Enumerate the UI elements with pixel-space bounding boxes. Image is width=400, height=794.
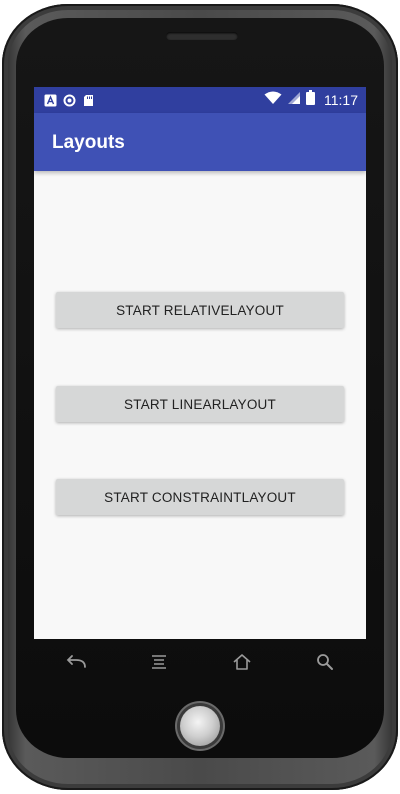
signal-icon: [287, 91, 301, 110]
start-linearlayout-button[interactable]: START LINEARLAYOUT: [56, 386, 344, 422]
status-bar: 11:17: [34, 87, 366, 113]
sync-icon: [63, 94, 76, 107]
earpiece-speaker: [166, 32, 238, 40]
back-icon[interactable]: [56, 647, 96, 677]
physical-home-button[interactable]: [180, 706, 220, 746]
app-bar: Layouts: [34, 113, 366, 171]
home-icon[interactable]: [222, 647, 262, 677]
status-notifications: [44, 93, 95, 107]
start-relativelayout-button[interactable]: START RELATIVELAYOUT: [56, 292, 344, 328]
menu-icon[interactable]: [139, 647, 179, 677]
battery-icon: [306, 90, 315, 110]
start-constraintlayout-button[interactable]: START CONSTRAINTLAYOUT: [56, 479, 344, 515]
status-clock: 11:17: [324, 92, 358, 108]
hardware-nav-bar: [34, 639, 366, 685]
app-notification-icon: [44, 94, 57, 107]
device-screen: 11:17 Layouts START RELATIVELAYOUT START…: [34, 87, 366, 639]
sd-card-icon: [82, 94, 95, 107]
page-title: Layouts: [52, 132, 125, 153]
wifi-icon: [264, 91, 282, 110]
status-system-icons: 11:17: [264, 90, 358, 110]
search-icon[interactable]: [305, 647, 345, 677]
